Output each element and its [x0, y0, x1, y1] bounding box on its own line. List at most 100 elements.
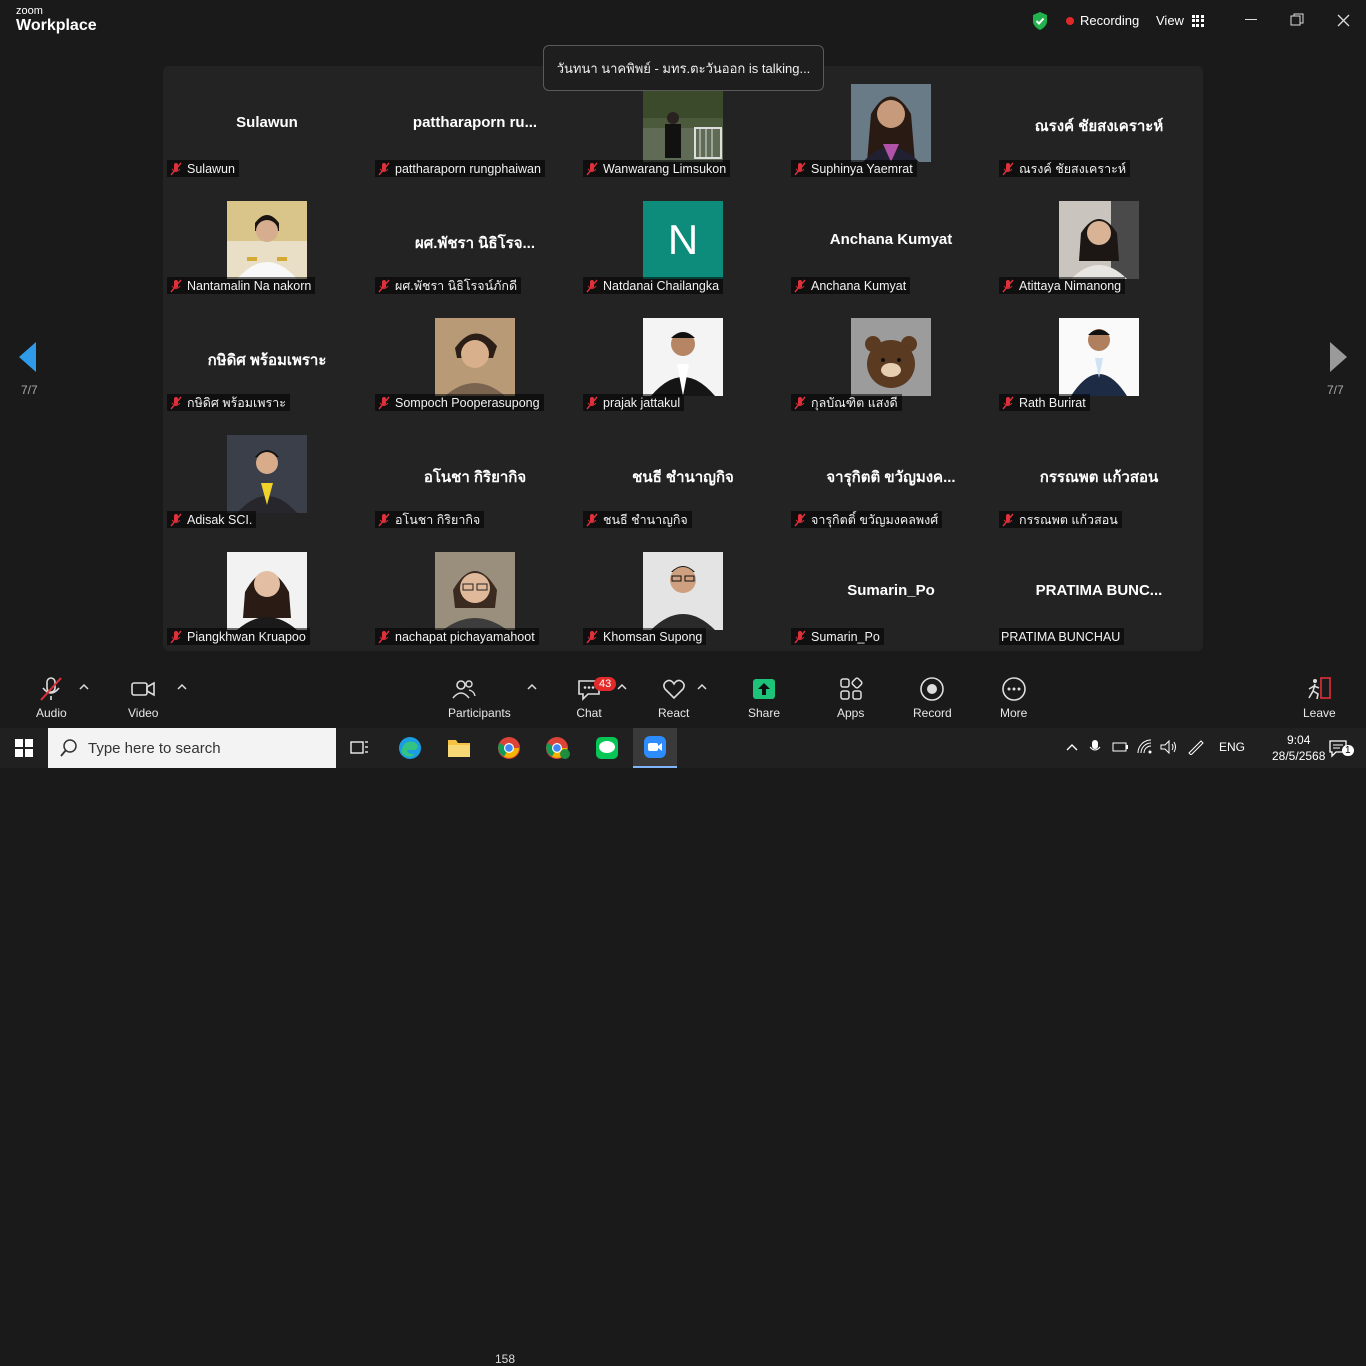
participant-tile[interactable]: กษิดิศ พร้อมเพราะ กษิดิศ พร้อมเพราะ [163, 300, 371, 417]
participants-button[interactable]: Participants [448, 676, 511, 720]
close-window-button[interactable] [1329, 8, 1357, 32]
microphone-tray-icon[interactable] [1089, 739, 1101, 755]
participant-name-bar: ณรงค์ ชัยสงเคราะห์ [999, 160, 1131, 177]
react-button[interactable]: React [658, 676, 689, 720]
restore-button[interactable] [1283, 8, 1311, 32]
participant-name: Nantamalin Na nakorn [187, 279, 312, 293]
participant-photo [227, 435, 307, 513]
participant-tile[interactable]: Piangkhwan Kruapoo [163, 534, 371, 651]
task-view-icon [350, 741, 368, 754]
chrome-app-icon[interactable] [487, 731, 531, 765]
chat-unread-badge: 43 [594, 677, 617, 691]
audio-label: Audio [36, 706, 67, 720]
participant-display-name: ผศ.พัชรา นิธิโรจ... [414, 235, 535, 252]
notifications-button[interactable]: 1 [1316, 731, 1360, 765]
line-app-icon[interactable] [585, 731, 629, 765]
participant-name: Khomsan Supong [603, 630, 703, 644]
show-hidden-icons-chevron-icon[interactable] [1066, 742, 1078, 752]
next-page-arrow-icon[interactable] [1326, 340, 1350, 374]
participant-name-bar: Sumarin_Po [791, 628, 884, 645]
muted-mic-icon [1002, 396, 1014, 410]
previous-page-arrow-icon[interactable] [16, 340, 40, 374]
muted-mic-icon [170, 279, 182, 293]
participant-tile[interactable]: prajak jattakul [579, 300, 787, 417]
taskbar-search-box[interactable]: Type here to search [48, 728, 336, 768]
muted-mic-icon [1002, 513, 1014, 527]
participant-tile[interactable]: Rath Burirat [995, 300, 1203, 417]
minimize-button[interactable] [1237, 8, 1265, 32]
participant-photo [435, 318, 515, 396]
participant-display-name: กรรณพต แก้วสอน [1039, 469, 1159, 486]
participant-tile[interactable]: Adisak SCI. [163, 417, 371, 534]
security-shield-icon[interactable] [1031, 11, 1049, 31]
participant-name: กรรณพต แก้วสอน [1019, 513, 1118, 527]
input-language[interactable]: ENG [1219, 740, 1245, 754]
edge-app-icon[interactable] [388, 731, 432, 765]
participant-tile[interactable]: nachapat pichayamahoot [371, 534, 579, 651]
task-view-button[interactable] [338, 731, 382, 765]
react-options-chevron-icon[interactable] [697, 682, 707, 692]
participant-name: Piangkhwan Kruapoo [187, 630, 306, 644]
participant-tile[interactable]: ผศ.พัชรา นิธิโรจ... ผศ.พัชรา นิธิโรจน์ภั… [371, 183, 579, 300]
participant-tile[interactable]: ณรงค์ ชัยสงเคราะห์ ณรงค์ ชัยสงเคราะห์ [995, 66, 1203, 183]
pen-icon[interactable] [1187, 739, 1205, 755]
meeting-toolbar: Audio Video Participants 158 Chat React … [0, 670, 1366, 1366]
participant-tile[interactable]: จารุกิตติ ขวัญมงค... จารุกิตติ์ ขวัญมงคล… [787, 417, 995, 534]
start-button[interactable] [2, 731, 46, 765]
recording-indicator[interactable]: Recording [1066, 13, 1139, 28]
grid-view-icon [1191, 14, 1204, 27]
participant-photo [851, 318, 931, 396]
participant-tile[interactable]: N Natdanai Chailangka [579, 183, 787, 300]
participant-name: ชนธี ชำนาญกิจ [603, 513, 688, 527]
participant-tile[interactable]: Sulawun Sulawun [163, 66, 371, 183]
apps-grid-icon [839, 677, 863, 700]
participant-display-name: PRATIMA BUNC... [1035, 582, 1163, 599]
file-explorer-icon[interactable] [437, 731, 481, 765]
leave-button[interactable]: Leave [1303, 676, 1336, 720]
chrome-profile-app-icon[interactable] [536, 731, 580, 765]
audio-button[interactable]: Audio [36, 676, 67, 720]
muted-mic-icon [794, 513, 806, 527]
more-options-icon [1001, 677, 1026, 701]
participant-tile[interactable]: Nantamalin Na nakorn [163, 183, 371, 300]
video-button[interactable]: Video [128, 676, 158, 720]
apps-button[interactable]: Apps [837, 676, 864, 720]
recording-dot-icon [1066, 16, 1074, 25]
participant-tile[interactable]: PRATIMA BUNC... PRATIMA BUNCHAU [995, 534, 1203, 651]
participant-tile[interactable]: อโนชา กิริยากิจ อโนชา กิริยากิจ [371, 417, 579, 534]
participant-name-bar: Wanwarang Limsukon [583, 160, 731, 177]
participant-name-bar: กุลบัณฑิต แสงดี [791, 394, 902, 411]
participant-tile[interactable]: Atittaya Nimanong [995, 183, 1203, 300]
participant-display-name: จารุกิตติ ขวัญมงค... [826, 469, 956, 486]
apps-label: Apps [837, 706, 865, 720]
participant-name-bar: Piangkhwan Kruapoo [167, 628, 310, 645]
participant-tile[interactable]: Anchana Kumyat Anchana Kumyat [787, 183, 995, 300]
participant-tile[interactable]: กุลบัณฑิต แสงดี [787, 300, 995, 417]
video-options-chevron-icon[interactable] [177, 682, 187, 692]
battery-icon[interactable] [1112, 740, 1130, 754]
audio-options-chevron-icon[interactable] [79, 682, 89, 692]
participant-tile[interactable]: Sompoch Pooperasupong [371, 300, 579, 417]
muted-mic-icon [794, 279, 806, 293]
active-speaker-banner: วันทนา นาคพิพย์ - มทร.ตะวันออก is talkin… [543, 45, 824, 91]
participant-tile[interactable]: Sumarin_Po Sumarin_Po [787, 534, 995, 651]
volume-icon[interactable] [1160, 739, 1178, 755]
chat-options-chevron-icon[interactable] [617, 682, 627, 692]
more-button[interactable]: More [1000, 676, 1027, 720]
muted-microphone-icon [40, 677, 63, 701]
zoom-app-icon[interactable] [633, 728, 677, 768]
participant-photo [227, 552, 307, 630]
notification-count-badge: 1 [1342, 745, 1354, 756]
participants-options-chevron-icon[interactable] [527, 682, 537, 692]
wifi-icon[interactable] [1137, 739, 1153, 755]
view-button[interactable]: View [1156, 13, 1204, 28]
participant-tile[interactable]: กรรณพต แก้วสอน กรรณพต แก้วสอน [995, 417, 1203, 534]
participant-name: Sulawun [187, 162, 235, 176]
record-button[interactable]: Record [913, 676, 952, 720]
participant-count: 158 [495, 1352, 516, 1366]
participant-tile[interactable]: ชนธี ชำนาญกิจ ชนธี ชำนาญกิจ [579, 417, 787, 534]
participant-name: Natdanai Chailangka [603, 279, 720, 293]
share-button[interactable]: Share [748, 676, 780, 720]
participant-tile[interactable]: Khomsan Supong [579, 534, 787, 651]
muted-mic-icon [586, 279, 598, 293]
